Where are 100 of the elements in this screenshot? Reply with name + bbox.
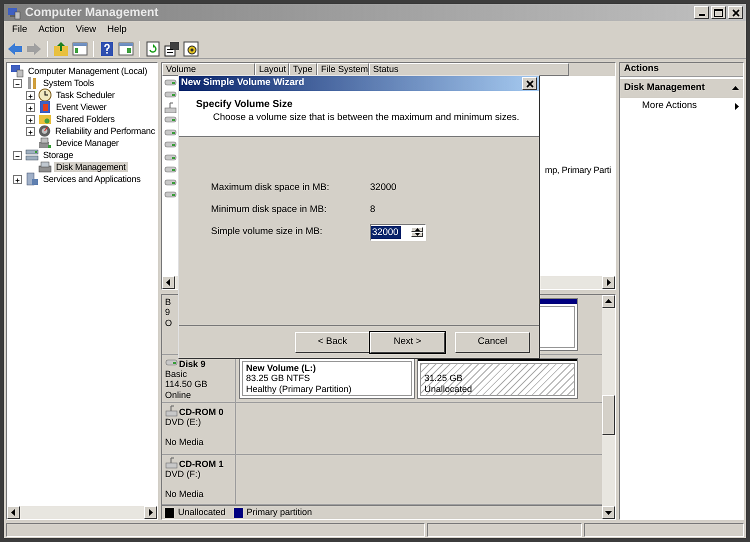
plus-icon bbox=[27, 104, 34, 112]
left-arrow-icon bbox=[10, 509, 16, 516]
menu-item[interactable]: View bbox=[72, 24, 104, 36]
wizard-button[interactable]: Next > bbox=[370, 332, 445, 352]
minimize-icon bbox=[698, 14, 704, 16]
action-section[interactable]: Disk Management bbox=[620, 78, 743, 98]
clock-icon bbox=[38, 88, 52, 102]
disk-name: CD-ROM 1 bbox=[179, 458, 224, 469]
disk-name: Disk 9 bbox=[179, 358, 206, 369]
wizard-heading: Specify Volume Size bbox=[196, 99, 294, 111]
plus-icon bbox=[27, 92, 34, 100]
disk-name: CD-ROM 0 bbox=[179, 406, 224, 417]
folder-up-icon[interactable] bbox=[53, 40, 69, 56]
up-arrow-icon bbox=[605, 299, 612, 304]
computer-icon bbox=[7, 6, 21, 20]
left-arrow-icon bbox=[166, 279, 172, 286]
spin-value[interactable]: 32000 bbox=[371, 226, 401, 238]
window-title: Computer Management bbox=[25, 6, 158, 20]
gear-icon[interactable] bbox=[183, 40, 199, 56]
disk-info: Basic bbox=[165, 369, 188, 380]
spin-field[interactable]: 32000 bbox=[370, 224, 426, 240]
scroll-thumb[interactable] bbox=[602, 395, 615, 435]
wizard-subtitle: Choose a volume size that is between the maximum and minimum sizes. bbox=[212, 113, 520, 124]
shared-folder-icon bbox=[38, 112, 52, 126]
down-arrow-icon bbox=[605, 510, 612, 515]
panel-header: Actions bbox=[620, 63, 743, 77]
tree-item[interactable]: Event Viewer bbox=[54, 102, 108, 112]
scroll-left-button[interactable] bbox=[7, 506, 20, 519]
partition-block[interactable]: New Volume (L:) 83.25 GB NTFS Healthy (Primary Partition) bbox=[239, 358, 416, 399]
partition-info: 83.25 GB NTFS bbox=[246, 373, 312, 384]
plus-icon bbox=[27, 116, 34, 124]
field-label: Minimum disk space in MB: bbox=[211, 204, 328, 216]
gauge-icon bbox=[38, 124, 52, 138]
tree-item[interactable]: Computer Management (Local) bbox=[26, 66, 150, 76]
expand-toggle[interactable] bbox=[13, 78, 22, 88]
tree-item[interactable]: Reliability and Performanc bbox=[53, 126, 157, 136]
submenu-arrow-icon bbox=[735, 102, 739, 110]
expand-toggle[interactable] bbox=[13, 150, 22, 160]
back-arrow-icon[interactable] bbox=[7, 40, 23, 56]
disk-info: DVD (F:) bbox=[165, 469, 202, 480]
field-value: 8 bbox=[370, 204, 376, 216]
tree-item[interactable]: Disk Management bbox=[54, 162, 128, 172]
wizard-button[interactable]: < Back bbox=[295, 332, 370, 352]
field-label: Maximum disk space in MB: bbox=[211, 182, 330, 194]
disk-info: 9 bbox=[165, 307, 172, 318]
collapse-icon bbox=[732, 86, 739, 91]
tree-item[interactable]: Device Manager bbox=[54, 138, 121, 148]
event-log-icon bbox=[38, 100, 52, 114]
menu-item[interactable]: Help bbox=[103, 24, 134, 36]
wizard-button[interactable]: Cancel bbox=[455, 332, 530, 352]
expand-toggle[interactable] bbox=[26, 114, 35, 124]
tree-item[interactable]: Task Scheduler bbox=[54, 90, 117, 100]
plus-icon bbox=[14, 176, 21, 184]
close-button[interactable] bbox=[522, 77, 537, 90]
vertical-scrollbar[interactable] bbox=[602, 295, 615, 519]
partition-title: New Volume (L:) bbox=[246, 363, 317, 374]
up-arrow-icon bbox=[414, 228, 420, 231]
scroll-left-button[interactable] bbox=[162, 276, 175, 289]
menu-item[interactable]: File bbox=[8, 24, 34, 36]
horizontal-scrollbar[interactable] bbox=[7, 506, 157, 519]
scroll-right-button[interactable] bbox=[144, 506, 157, 519]
down-arrow-icon bbox=[414, 233, 420, 236]
legend-label: Primary partition bbox=[246, 507, 312, 518]
menu-item[interactable]: Action bbox=[34, 24, 72, 36]
tree-item[interactable]: Services and Applications bbox=[41, 174, 143, 184]
partition-info: Unallocated bbox=[424, 384, 473, 394]
scroll-up-button[interactable] bbox=[602, 295, 615, 308]
right-arrow-icon bbox=[606, 279, 612, 286]
minimize-button[interactable] bbox=[694, 6, 709, 19]
dialog-title: New Simple Volume Wizard bbox=[181, 78, 304, 89]
expand-toggle[interactable] bbox=[13, 174, 22, 184]
maximize-icon bbox=[714, 8, 723, 16]
expand-toggle[interactable] bbox=[26, 126, 35, 136]
pane-icon[interactable] bbox=[118, 40, 134, 56]
expand-toggle[interactable] bbox=[26, 90, 35, 100]
disk-info: B bbox=[165, 297, 172, 308]
scroll-right-button[interactable] bbox=[602, 276, 615, 289]
close-icon bbox=[732, 8, 740, 16]
computer-icon bbox=[10, 64, 24, 78]
maximize-button[interactable] bbox=[711, 6, 726, 19]
help-icon[interactable] bbox=[99, 40, 115, 56]
close-button[interactable] bbox=[728, 6, 743, 19]
scroll-down-button[interactable] bbox=[602, 506, 615, 519]
plus-icon bbox=[27, 128, 34, 136]
properties-icon[interactable] bbox=[164, 40, 180, 56]
action-link[interactable]: More Actions bbox=[620, 98, 743, 115]
refresh-icon[interactable] bbox=[145, 40, 161, 56]
expand-toggle[interactable] bbox=[26, 102, 35, 112]
tree-item[interactable]: Storage bbox=[41, 150, 76, 160]
field-label: Simple volume size in MB: bbox=[211, 226, 324, 238]
tree-item[interactable]: System Tools bbox=[41, 78, 96, 88]
pane-icon[interactable] bbox=[72, 40, 88, 56]
partition-block[interactable]: 31.25 GB Unallocated bbox=[417, 358, 578, 399]
partition-info: 31.25 GB bbox=[424, 373, 464, 384]
right-arrow-icon bbox=[148, 509, 154, 516]
table-cell-text: mp, Primary Parti bbox=[544, 164, 612, 175]
disk-status: No Media bbox=[165, 489, 205, 500]
tree-item[interactable]: Shared Folders bbox=[54, 114, 117, 124]
spin-down-button[interactable] bbox=[411, 232, 423, 237]
disk-info: O bbox=[165, 318, 174, 328]
